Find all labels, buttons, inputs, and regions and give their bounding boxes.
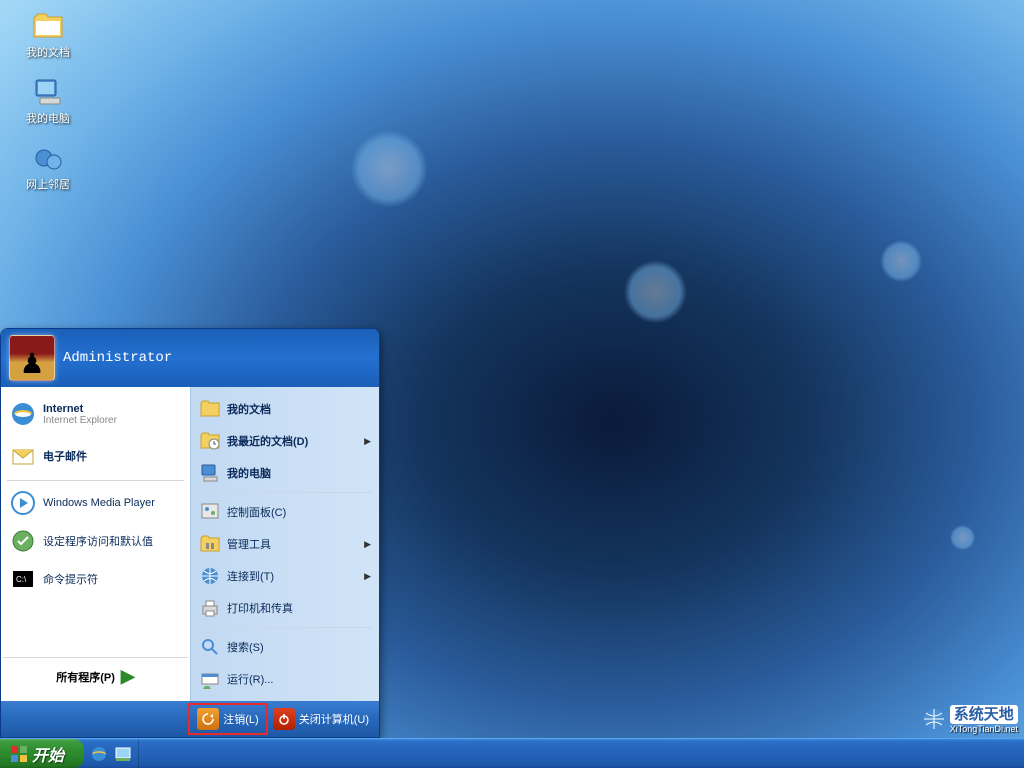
globe-icon	[922, 707, 946, 731]
wmp-icon	[9, 489, 37, 517]
computer-icon	[199, 462, 221, 484]
start-menu-footer: 注销(L) 关闭计算机(U)	[1, 701, 379, 737]
all-programs[interactable]: 所有程序(P) ▶	[3, 657, 188, 695]
desktop-icon-my-computer[interactable]: 我的电脑	[8, 74, 88, 128]
watermark-sub: XiTongTianDi.net	[950, 724, 1018, 734]
shutdown-label: 关闭计算机(U)	[299, 711, 369, 727]
separator	[7, 480, 184, 481]
desktop-icon-label: 我的文档	[26, 44, 70, 60]
sm-program-defaults[interactable]: 设定程序访问和默认值	[3, 522, 188, 560]
control-panel-icon	[199, 501, 221, 523]
item-label: 连接到(T)	[227, 568, 274, 584]
sm-search[interactable]: 搜索(S)	[193, 631, 377, 663]
logoff-button[interactable]: 注销(L)	[191, 706, 264, 732]
start-menu-right-panel: 我的文档 我最近的文档(D) ▶ 我的电脑 控制面板(C)	[190, 387, 379, 701]
item-label: 我的电脑	[227, 465, 271, 481]
shutdown-icon	[273, 708, 295, 730]
item-label: 管理工具	[227, 536, 271, 552]
search-icon	[199, 636, 221, 658]
taskbar[interactable]: 开始	[0, 738, 1024, 768]
start-menu-header: ♟ Administrator	[1, 329, 379, 387]
item-label: 运行(R)...	[227, 671, 273, 687]
admin-tools-icon	[199, 533, 221, 555]
start-button[interactable]: 开始	[0, 739, 84, 768]
submenu-arrow-icon: ▶	[364, 571, 371, 582]
sm-internet[interactable]: InternetInternet Explorer	[3, 393, 188, 435]
watermark-main: 系统天地	[950, 705, 1018, 724]
username: Administrator	[63, 350, 172, 366]
svg-text:C:\: C:\	[16, 575, 27, 584]
play-triangle-icon: ▶	[121, 666, 135, 687]
network-icon	[32, 142, 64, 174]
start-menu: ♟ Administrator InternetInternet Explore…	[0, 328, 380, 738]
desktop-icon-grid: 我的文档 我的电脑 网上邻居	[8, 8, 88, 194]
run-icon	[199, 668, 221, 690]
sm-control-panel[interactable]: 控制面板(C)	[193, 496, 377, 528]
desktop-icon-label: 我的电脑	[26, 110, 70, 126]
item-label: 我最近的文档(D)	[227, 433, 308, 449]
desktop-icon-network[interactable]: 网上邻居	[8, 140, 88, 194]
sm-printers[interactable]: 打印机和传真	[193, 592, 377, 624]
desktop-icon-label: 网上邻居	[26, 176, 70, 192]
sm-connect[interactable]: 连接到(T) ▶	[193, 560, 377, 592]
item-label: Windows Media Player	[43, 497, 155, 509]
sm-wmp[interactable]: Windows Media Player	[3, 484, 188, 522]
defaults-icon	[9, 527, 37, 555]
sm-email[interactable]: 电子邮件	[3, 435, 188, 477]
item-sub: Internet Explorer	[43, 415, 117, 426]
computer-icon	[32, 76, 64, 108]
item-label: 我的文档	[227, 401, 271, 417]
item-main: 电子邮件	[43, 448, 87, 464]
quick-launch	[84, 739, 139, 768]
item-label: 设定程序访问和默认值	[43, 533, 153, 549]
sm-my-docs[interactable]: 我的文档	[193, 393, 377, 425]
start-menu-left-panel: InternetInternet Explorer 电子邮件 Windows M…	[1, 387, 190, 701]
start-button-label: 开始	[32, 742, 64, 766]
logoff-icon	[197, 708, 219, 730]
folder-recent-icon	[199, 430, 221, 452]
item-label: 命令提示符	[43, 571, 98, 587]
shutdown-button[interactable]: 关闭计算机(U)	[273, 708, 369, 730]
sm-recent-docs[interactable]: 我最近的文档(D) ▶	[193, 425, 377, 457]
submenu-arrow-icon: ▶	[364, 436, 371, 447]
separator	[197, 492, 373, 493]
printer-icon	[199, 597, 221, 619]
item-main: Internet	[43, 403, 117, 415]
all-programs-label: 所有程序(P)	[56, 669, 115, 685]
ql-ie[interactable]	[90, 745, 108, 763]
ql-show-desktop[interactable]	[114, 745, 132, 763]
folder-icon	[32, 10, 64, 42]
sm-run[interactable]: 运行(R)...	[193, 663, 377, 695]
desktop[interactable]: 我的文档 我的电脑 网上邻居 ♟ Administrator InternetI…	[0, 0, 1024, 768]
mail-icon	[9, 442, 37, 470]
logoff-label: 注销(L)	[223, 711, 258, 727]
folder-icon	[199, 398, 221, 420]
windows-logo-icon	[10, 745, 28, 763]
watermark: 系统天地 XiTongTianDi.net	[922, 703, 1018, 734]
connect-icon	[199, 565, 221, 587]
cmd-icon: C:\	[9, 565, 37, 593]
desktop-icon-my-documents[interactable]: 我的文档	[8, 8, 88, 62]
item-label: 打印机和传真	[227, 600, 293, 616]
sm-admin-tools[interactable]: 管理工具 ▶	[193, 528, 377, 560]
user-avatar: ♟	[9, 335, 55, 381]
sm-cmd[interactable]: C:\ 命令提示符	[3, 560, 188, 598]
ie-icon	[9, 400, 37, 428]
item-label: 控制面板(C)	[227, 504, 286, 520]
sm-my-computer[interactable]: 我的电脑	[193, 457, 377, 489]
submenu-arrow-icon: ▶	[364, 539, 371, 550]
item-label: 搜索(S)	[227, 639, 264, 655]
separator	[197, 627, 373, 628]
